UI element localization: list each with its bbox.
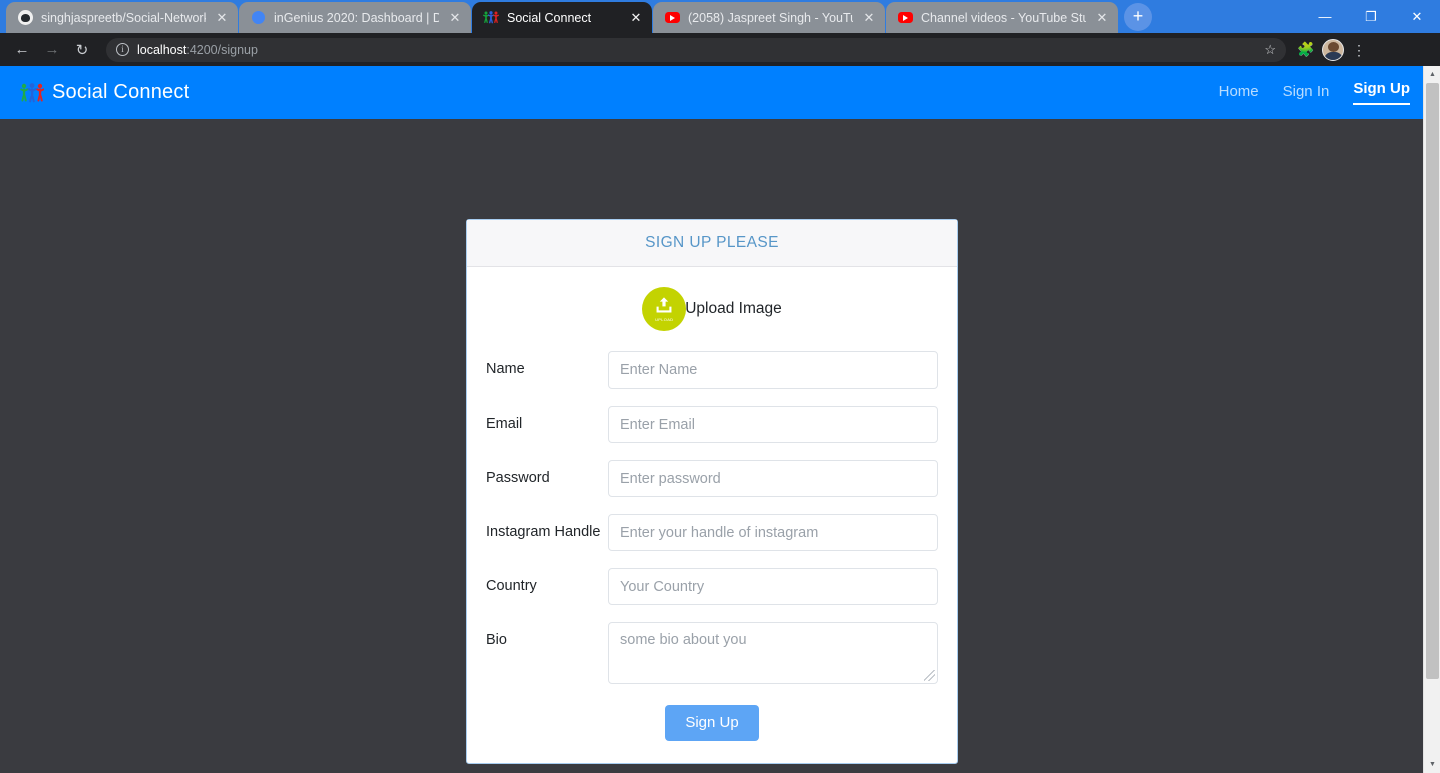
upload-icon[interactable]: UPLOAD: [642, 287, 687, 331]
tab-title: Social Connect: [507, 10, 592, 25]
page-content: SIGN UP PLEASE UPLOAD Upload Image Name …: [0, 119, 1440, 773]
brand-title: Social Connect: [52, 81, 190, 103]
signup-form: UPLOAD Upload Image Name Enter Name Emai…: [467, 267, 957, 763]
window-controls: — ❐ ✕: [1302, 0, 1440, 33]
close-icon[interactable]: ✕: [1094, 10, 1110, 26]
back-icon[interactable]: ←: [8, 36, 36, 64]
page-title: SIGN UP PLEASE: [645, 234, 779, 251]
nav-link-sign-up[interactable]: Sign Up: [1353, 80, 1410, 105]
close-icon[interactable]: ✕: [861, 10, 877, 26]
name-label: Name: [486, 361, 525, 377]
scroll-down-icon[interactable]: ▼: [1424, 756, 1440, 773]
url-text: localhost:4200/signup: [137, 43, 258, 57]
upload-badge-word: UPLOAD: [655, 316, 674, 322]
page-scrollbar[interactable]: ▲ ▼: [1423, 66, 1440, 773]
country-input[interactable]: Your Country: [608, 568, 938, 605]
minimize-icon[interactable]: —: [1302, 0, 1348, 33]
new-tab-button[interactable]: +: [1124, 3, 1152, 31]
browser-toolbar: ← → ↻ i localhost:4200/signup ☆ 🧩 ⋮: [0, 33, 1440, 66]
close-window-icon[interactable]: ✕: [1394, 0, 1440, 33]
form-row-password: Password Enter password: [486, 460, 938, 497]
forward-icon[interactable]: →: [38, 36, 66, 64]
scroll-up-icon[interactable]: ▲: [1424, 66, 1440, 83]
brand-logo-group[interactable]: Social Connect: [20, 81, 189, 104]
profile-avatar[interactable]: [1322, 38, 1344, 61]
browser-tab[interactable]: (2058) Jaspreet Singh - YouTube ✕: [653, 2, 885, 33]
navbar-links: Home Sign In Sign Up: [1219, 80, 1410, 105]
nav-link-sign-in[interactable]: Sign In: [1283, 83, 1330, 103]
country-label: Country: [486, 578, 537, 594]
toolbar-actions: 🧩 ⋮: [1294, 38, 1372, 61]
form-row-instagram-handle: Instagram Handle Enter your handle of in…: [486, 514, 938, 551]
email-input[interactable]: Enter Email: [608, 406, 938, 443]
social-connect-logo-icon: [20, 82, 44, 103]
upload-image-row[interactable]: UPLOAD Upload Image: [486, 287, 938, 331]
tab-title: singhjaspreetb/Social-Network: T: [41, 10, 206, 25]
chrome-menu-icon[interactable]: ⋮: [1348, 43, 1370, 57]
url-host: localhost: [137, 42, 187, 57]
extensions-puzzle-icon[interactable]: 🧩: [1294, 41, 1318, 58]
bio-placeholder: some bio about you: [620, 632, 747, 648]
youtube-icon: [664, 10, 680, 26]
browser-tab[interactable]: Channel videos - YouTube Studio ✕: [886, 2, 1118, 33]
browser-tab[interactable]: inGenius 2020: Dashboard | DevF ✕: [239, 2, 471, 33]
signup-card: SIGN UP PLEASE UPLOAD Upload Image Name …: [466, 219, 958, 764]
bio-textarea[interactable]: some bio about you: [608, 622, 938, 684]
tab-title: Channel videos - YouTube Studio: [921, 10, 1086, 25]
page-viewport: Social Connect Home Sign In Sign Up SIGN…: [0, 66, 1440, 773]
form-row-name: Name Enter Name: [486, 351, 938, 389]
github-icon: [17, 10, 33, 26]
sign-up-button[interactable]: Sign Up: [665, 705, 759, 741]
form-row-country: Country Your Country: [486, 568, 938, 605]
social-connect-icon: [483, 10, 499, 26]
url-path: :4200/signup: [186, 42, 258, 57]
name-input[interactable]: Enter Name: [608, 351, 938, 389]
close-icon[interactable]: ✕: [628, 10, 644, 26]
browser-chrome: singhjaspreetb/Social-Network: T ✕ inGen…: [0, 0, 1440, 66]
card-header: SIGN UP PLEASE: [467, 220, 957, 267]
password-label: Password: [486, 470, 550, 486]
reload-icon[interactable]: ↻: [68, 36, 96, 64]
password-input[interactable]: Enter password: [608, 460, 938, 497]
youtube-icon: [897, 10, 913, 26]
close-icon[interactable]: ✕: [447, 10, 463, 26]
maximize-icon[interactable]: ❐: [1348, 0, 1394, 33]
address-bar[interactable]: i localhost:4200/signup ☆: [106, 37, 1286, 62]
site-navbar: Social Connect Home Sign In Sign Up: [0, 66, 1440, 119]
blue-dot-icon: [250, 10, 266, 26]
tab-title: (2058) Jaspreet Singh - YouTube: [688, 10, 853, 25]
submit-row: Sign Up: [486, 701, 938, 741]
browser-tab-active[interactable]: Social Connect ✕: [472, 2, 652, 33]
tab-strip: singhjaspreetb/Social-Network: T ✕ inGen…: [0, 0, 1440, 33]
upload-image-label: Upload Image: [685, 300, 782, 317]
instagram-handle-label: Instagram Handle: [486, 524, 601, 540]
instagram-handle-input[interactable]: Enter your handle of instagram: [608, 514, 938, 551]
email-label: Email: [486, 416, 523, 432]
resize-handle-icon[interactable]: [924, 670, 935, 681]
bookmark-star-icon[interactable]: ☆: [1264, 42, 1276, 58]
form-row-bio: Bio some bio about you: [486, 622, 938, 684]
scrollbar-thumb[interactable]: [1426, 83, 1439, 679]
site-info-icon[interactable]: i: [116, 43, 129, 56]
nav-link-home[interactable]: Home: [1219, 83, 1259, 103]
bio-label: Bio: [486, 632, 507, 648]
form-row-email: Email Enter Email: [486, 406, 938, 443]
tab-title: inGenius 2020: Dashboard | DevF: [274, 10, 439, 25]
close-icon[interactable]: ✕: [214, 10, 230, 26]
browser-tab[interactable]: singhjaspreetb/Social-Network: T ✕: [6, 2, 238, 33]
